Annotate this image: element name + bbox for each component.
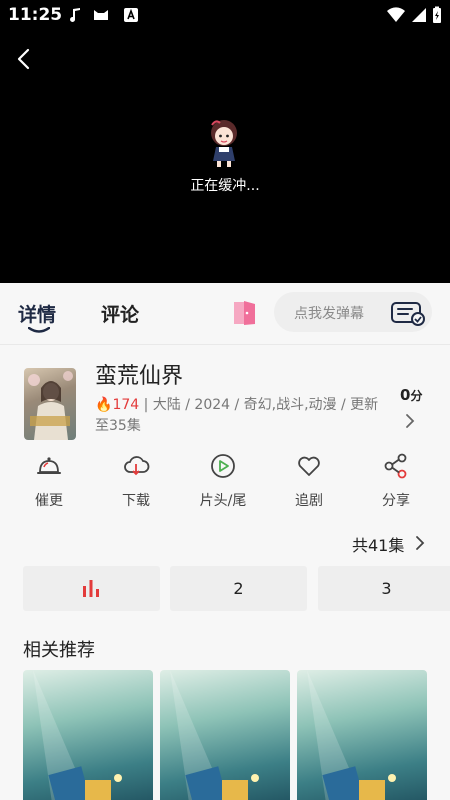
recommend-thumbnail: [33, 670, 122, 800]
show-title: 蛮荒仙界: [95, 364, 184, 389]
action-follow[interactable]: 追剧: [274, 452, 344, 510]
score-value: 0: [400, 386, 411, 404]
episode-item-2[interactable]: 2: [170, 566, 307, 611]
cat-icon: [94, 10, 108, 20]
fire-icon: 🔥: [95, 397, 113, 413]
score-unit: 分: [410, 389, 423, 403]
tab-comment[interactable]: 评论: [101, 300, 139, 327]
back-icon[interactable]: [10, 44, 38, 74]
episode-count[interactable]: 共41集: [352, 532, 404, 556]
tab-detail[interactable]: 详情: [18, 300, 56, 327]
status-bar: 11:25: [0, 0, 450, 32]
recommend-thumbnail: [307, 670, 396, 800]
music-note-icon: [70, 8, 80, 22]
screen: 11:25 正在缓冲... 详情 评论 点我发弹幕 蛮荒仙界 🔥174 | 大陆…: [0, 0, 450, 800]
bell-icon: [37, 457, 61, 474]
chevron-right-icon[interactable]: [413, 533, 427, 553]
show-meta: 🔥174 | 大陆 / 2024 / 奇幻,战斗,动漫 / 更新至35集: [95, 395, 385, 437]
action-download[interactable]: 下载: [101, 452, 171, 510]
heart-icon: [298, 456, 320, 476]
show-cover-image[interactable]: [24, 368, 76, 440]
recommend-title: 相关推荐: [23, 640, 95, 661]
recommend-thumbnail: [170, 670, 259, 800]
play-circle-icon: [211, 454, 235, 478]
share-icon: [384, 453, 407, 479]
recommend-card[interactable]: [297, 670, 427, 800]
action-label: 催更: [35, 493, 63, 509]
danmu-input[interactable]: 点我发弹幕: [274, 292, 432, 332]
status-time: 11:25: [8, 5, 63, 25]
action-intro-outro[interactable]: 片头/尾: [188, 452, 258, 510]
action-label: 下载: [122, 493, 150, 509]
recommend-card[interactable]: [23, 670, 153, 800]
loading-mascot-icon: [211, 120, 237, 167]
action-label: 分享: [382, 493, 410, 509]
action-label: 片头/尾: [199, 493, 247, 509]
score[interactable]: 0分: [400, 386, 422, 404]
episode-item-3[interactable]: 3: [318, 566, 450, 611]
recommend-card[interactable]: [160, 670, 290, 800]
danmu-settings-icon[interactable]: [390, 300, 426, 326]
wifi-icon: [387, 7, 405, 22]
now-playing-bars-icon: [83, 580, 99, 597]
buffering-text: 正在缓冲...: [190, 178, 260, 194]
cover-art: [28, 371, 73, 440]
heat-count: 174: [112, 397, 140, 413]
door-icon[interactable]: [231, 299, 259, 327]
action-share[interactable]: 分享: [361, 452, 431, 510]
action-urge-update[interactable]: 催更: [14, 452, 84, 510]
chevron-right-icon[interactable]: [403, 411, 417, 431]
battery-icon: [433, 6, 441, 23]
keyboard-a-icon: [124, 8, 138, 22]
cloud-download-icon: [124, 456, 150, 476]
danmu-placeholder: 点我发弹幕: [294, 306, 364, 322]
action-label: 追剧: [295, 493, 323, 509]
video-player[interactable]: 11:25 正在缓冲...: [0, 0, 450, 283]
signal-icon: [412, 8, 426, 22]
tab-active-indicator: [28, 327, 50, 333]
